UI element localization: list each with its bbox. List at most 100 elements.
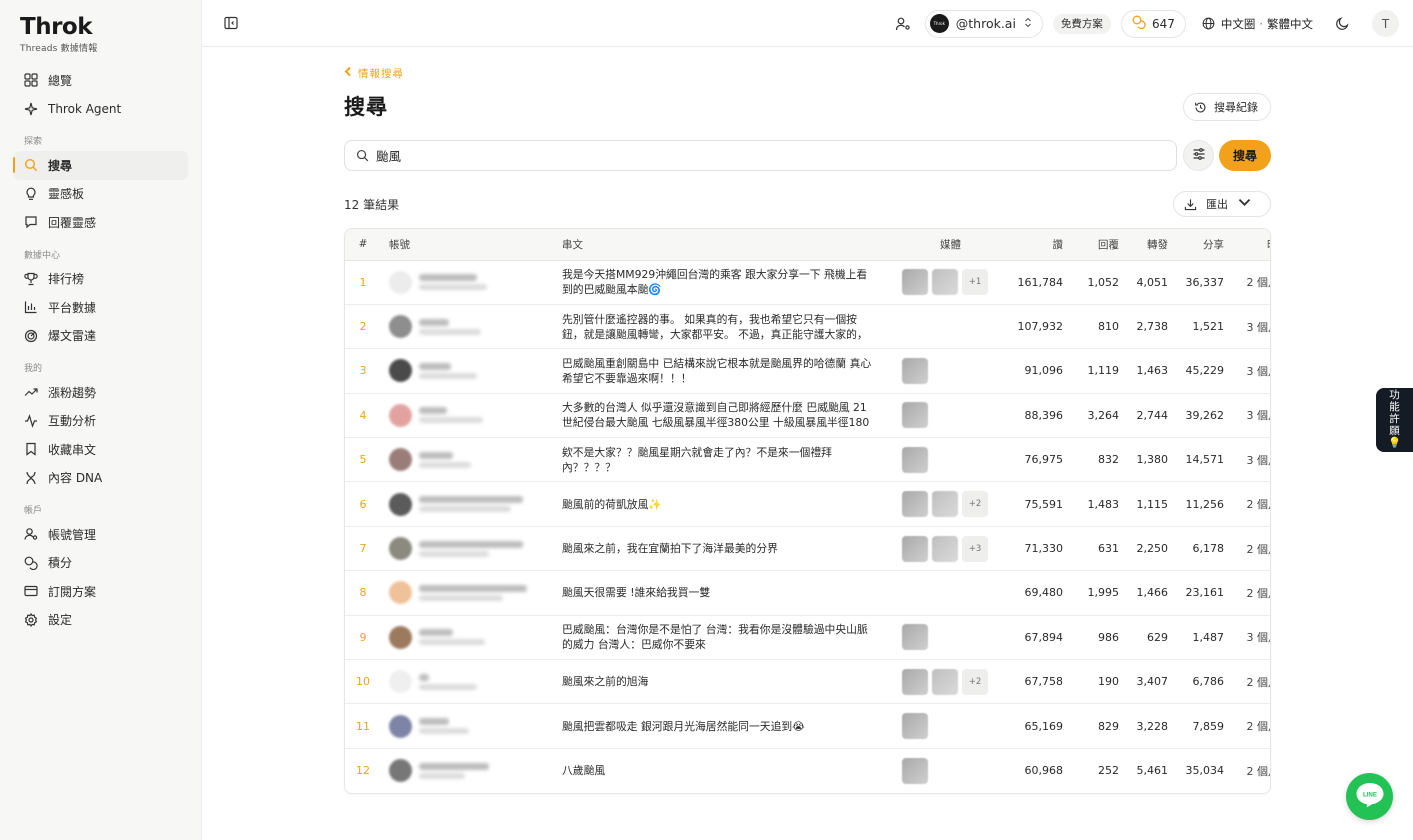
blurred-line	[419, 718, 449, 726]
post-text[interactable]: 颱風來之前的旭海	[562, 674, 902, 689]
col-header-num[interactable]: #	[345, 229, 381, 261]
line-chat-button[interactable]: LINE	[1346, 773, 1393, 820]
table-row[interactable]: 11 颱風把雲都吸走 銀河跟月光海居然能同一天追到😭 65,169 829 3,228 7…	[345, 704, 1270, 749]
language-selector[interactable]: 中文圈 · 繁體中文	[1202, 16, 1313, 32]
filter-button[interactable]	[1183, 140, 1214, 171]
account-info[interactable]	[389, 403, 562, 427]
breadcrumb-back[interactable]: 情報搜尋	[344, 66, 404, 81]
account-info[interactable]	[389, 581, 562, 605]
media-more-count[interactable]: +1	[962, 269, 988, 296]
post-text[interactable]: 颱風天很需要 !誰來給我買一雙	[562, 585, 902, 600]
media-thumbnail[interactable]	[902, 713, 928, 740]
user-switch-icon[interactable]	[895, 16, 911, 32]
table-row[interactable]: 10 颱風來之前的旭海 +2 67,758 190 3,407 6,786 2 個月前	[345, 660, 1270, 704]
sidebar-item-overview[interactable]: 總覽	[14, 66, 188, 95]
user-avatar[interactable]: T	[1372, 10, 1399, 37]
col-header-account[interactable]: 帳號	[381, 229, 562, 261]
account-info[interactable]	[389, 670, 562, 694]
account-info[interactable]	[389, 759, 562, 783]
sidebar-item-platform[interactable]: 平台數據	[14, 293, 188, 322]
media-thumbnail[interactable]	[932, 535, 958, 562]
table-row[interactable]: 8 颱風天很需要 !誰來給我買一雙 69,480 1,995 1,466 23,161 2 …	[345, 571, 1270, 616]
post-text[interactable]: 颱風來之前，我在宜蘭拍下了海洋最美的分界	[562, 541, 902, 556]
table-row[interactable]: 4 大多數的台灣人 似乎還沒意識到自己即將經歷什麼 巴威颱風 21世紀侵台最大颱風…	[345, 393, 1270, 438]
sidebar-toggle-icon[interactable]	[223, 15, 239, 31]
post-text[interactable]: 大多數的台灣人 似乎還沒意識到自己即將經歷什麼 巴威颱風 21世紀侵台最大颱風 …	[562, 400, 902, 430]
media-thumbnail[interactable]	[902, 402, 928, 429]
sidebar-item-accounts[interactable]: 帳號管理	[14, 520, 188, 549]
account-info[interactable]	[389, 714, 562, 738]
sidebar-item-settings[interactable]: 設定	[14, 606, 188, 635]
col-header-likes[interactable]: 讚	[999, 229, 1063, 261]
col-header-media[interactable]: 媒體	[902, 229, 999, 261]
table-row[interactable]: 9 巴威颱風：台灣你是不是怕了 台灣：我看你是沒體驗過中央山脈的威力 台灣人：巴威…	[345, 615, 1270, 660]
brand-logo[interactable]: Throk Threads 數據情報	[20, 14, 97, 54]
plan-badge[interactable]: 免費方案	[1052, 13, 1111, 34]
media-thumbnail[interactable]	[902, 491, 928, 518]
table-row[interactable]: 3 巴威颱風重創關島中 已結構來說它根本就是颱風界的哈德蘭 真心希望它不要靠過來啊…	[345, 349, 1270, 394]
media-thumbnail[interactable]	[902, 668, 928, 695]
col-header-replies[interactable]: 回覆	[1063, 229, 1119, 261]
account-info[interactable]	[389, 315, 562, 339]
post-text[interactable]: 颱風前的荷凱放風✨	[562, 497, 902, 512]
sidebar-item-points[interactable]: 積分	[14, 549, 188, 578]
media-thumbnail[interactable]	[902, 357, 928, 384]
media-more-count[interactable]: +2	[962, 668, 988, 695]
sidebar-item-interaction[interactable]: 互動分析	[14, 407, 188, 436]
account-info[interactable]	[389, 492, 562, 516]
account-name-blurred	[419, 362, 477, 379]
sidebar-item-subscription[interactable]: 訂閱方案	[14, 577, 188, 606]
sidebar-item-ranking[interactable]: 排行榜	[14, 265, 188, 294]
sidebar-item-reply-ideas[interactable]: 回覆靈感	[14, 208, 188, 237]
col-header-shares[interactable]: 分享	[1168, 229, 1224, 261]
post-text[interactable]: 先別管什麼遙控器的事。 如果真的有，我也希望它只有一個按鈕，就是讓颱風轉彎，大家…	[562, 312, 902, 342]
moon-icon[interactable]	[1335, 16, 1350, 31]
table-row[interactable]: 1 我是今天搭MM929沖繩回台灣的乘客 跟大家分享一下 飛機上看到的巴威颱風本颱…	[345, 260, 1270, 305]
media-thumbnail[interactable]	[932, 668, 958, 695]
sidebar-item-dna[interactable]: 內容 DNA	[14, 464, 188, 493]
blurred-line	[419, 461, 471, 468]
search-input[interactable]: 颱風	[344, 140, 1177, 171]
export-button[interactable]: 匯出	[1173, 191, 1271, 217]
account-info[interactable]	[389, 537, 562, 561]
table-row[interactable]: 2 先別管什麼遙控器的事。 如果真的有，我也希望它只有一個按鈕，就是讓颱風轉彎，大…	[345, 304, 1270, 349]
account-info[interactable]	[389, 448, 562, 472]
sidebar-item-inspiration[interactable]: 靈感板	[14, 180, 188, 209]
post-text[interactable]: 欸不是大家？？颱風星期六就會走了內？不是來一個禮拜內？？？？	[562, 445, 902, 475]
post-text[interactable]: 颱風把雲都吸走 銀河跟月光海居然能同一天追到😭	[562, 719, 902, 734]
table-row[interactable]: 12 八歲颱風 60,968 252 5,461 35,034 2 個月前	[345, 748, 1270, 792]
sidebar-item-agent[interactable]: Throk Agent	[14, 95, 188, 124]
feature-request-tab[interactable]: 功 能 許 願 💡	[1376, 388, 1413, 452]
account-info[interactable]	[389, 359, 562, 383]
media-thumbnail[interactable]	[902, 624, 928, 651]
media-thumbnail[interactable]	[902, 269, 928, 296]
table-row[interactable]: 5 欸不是大家？？颱風星期六就會走了內？不是來一個禮拜內？？？？ 76,975 832…	[345, 438, 1270, 482]
media-thumbnail[interactable]	[932, 269, 958, 296]
post-text[interactable]: 巴威颱風：台灣你是不是怕了 台灣：我看你是沒體驗過中央山脈的威力 台灣人：巴威你…	[562, 622, 902, 652]
sidebar-item-growth[interactable]: 漲粉趨勢	[14, 378, 188, 407]
media-thumbnail[interactable]	[902, 757, 928, 784]
account-info[interactable]	[389, 270, 562, 294]
media-more-count[interactable]: +2	[962, 491, 988, 518]
post-text[interactable]: 我是今天搭MM929沖繩回台灣的乘客 跟大家分享一下 飛機上看到的巴威颱風本颱🌀	[562, 267, 902, 297]
sidebar-item-saved[interactable]: 收藏串文	[14, 435, 188, 464]
sidebar-item-search[interactable]: 搜尋	[13, 151, 188, 180]
media-thumbnail[interactable]	[902, 535, 928, 562]
search-history-button[interactable]: 搜尋紀錄	[1183, 93, 1271, 121]
search-button[interactable]: 搜尋	[1219, 140, 1271, 171]
post-text[interactable]: 巴威颱風重創關島中 已結構來說它根本就是颱風界的哈德蘭 真心希望它不要靠過來啊！…	[562, 356, 902, 386]
col-header-reposts[interactable]: 轉發	[1119, 229, 1168, 261]
credits-pill[interactable]: 647	[1120, 9, 1186, 38]
col-header-time[interactable]: 時間	[1224, 229, 1270, 261]
col-header-post[interactable]: 串文	[562, 229, 902, 261]
table-row[interactable]: 7 颱風來之前，我在宜蘭拍下了海洋最美的分界 +3 71,330 631 2,250 6,1…	[345, 526, 1270, 571]
account-switcher[interactable]: Throk @throk.ai	[924, 9, 1043, 38]
media-thumbnail[interactable]	[932, 491, 958, 518]
post-text[interactable]: 八歲颱風	[562, 763, 902, 778]
sidebar-item-viral[interactable]: 爆文雷達	[14, 322, 188, 351]
media-thumbnail[interactable]	[902, 446, 928, 473]
account-info[interactable]	[389, 625, 562, 649]
table-row[interactable]: 6 颱風前的荷凱放風✨ +2 75,591 1,483 1,115 11,256 2 個月前	[345, 482, 1270, 527]
sidebar-item-label: 積分	[48, 556, 73, 571]
media-more-count[interactable]: +3	[962, 535, 988, 562]
